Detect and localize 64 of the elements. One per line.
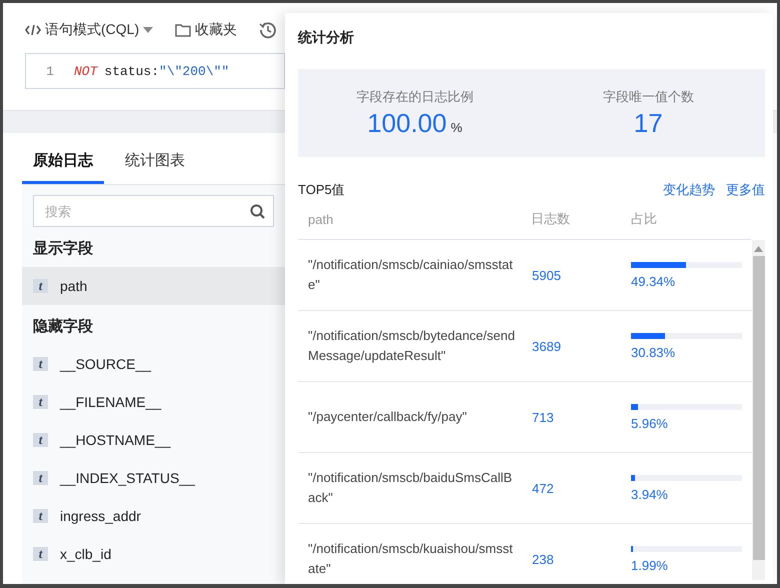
field-item[interactable]: t __SOURCE__	[22, 345, 285, 383]
field-name: __HOSTNAME__	[60, 432, 170, 448]
search-field[interactable]: 搜索	[33, 195, 274, 227]
metric-value: 17	[634, 108, 663, 138]
table-cell-text: "/notification/smscb/bytedance/sendMessage/updateResult"	[308, 327, 516, 365]
field-name: __FILENAME__	[60, 394, 162, 410]
column-header: path	[308, 212, 334, 226]
caret-icon	[143, 27, 154, 33]
type-badge: t	[33, 547, 48, 561]
field-name: __SOURCE__	[60, 356, 152, 372]
type-badge: t	[33, 471, 48, 485]
count-cell-text: 5905	[531, 268, 562, 282]
column-header: 占比	[631, 210, 658, 228]
type-badge: t	[33, 509, 48, 523]
percent-cell-text: 30.83%	[631, 344, 676, 360]
percent-cell-text: 3.94%	[631, 486, 669, 502]
metric-unit: %	[450, 120, 462, 134]
count-cell-text: 713	[531, 410, 555, 424]
panel-title: 统计分析	[298, 28, 355, 47]
code-icon	[25, 24, 41, 36]
table-cell-text: "/notification/smscb/baiduSmsCallBack"	[308, 469, 514, 507]
link[interactable]: 更多值	[726, 181, 765, 199]
scroll-up-icon[interactable]	[754, 246, 763, 252]
query-editor[interactable]: 1 NOT status:"\"200\""	[25, 53, 285, 89]
section-heading: 隐藏字段	[32, 317, 94, 337]
count-cell-text: 238	[531, 552, 555, 566]
section-heading: 显示字段	[32, 239, 94, 259]
link[interactable]: 变化趋势	[663, 181, 715, 199]
type-badge: t	[33, 433, 48, 447]
favorites-button[interactable]: 收藏夹	[175, 21, 238, 39]
table-cell-text: "/notification/smscb/kuaishou/smsstate"	[308, 540, 514, 578]
line-number: 1	[45, 64, 55, 78]
field-item[interactable]: t __INDEX_STATUS__	[22, 459, 285, 497]
section-title: TOP5值	[298, 181, 345, 199]
count-cell-text: 472	[531, 480, 555, 496]
field-name: path	[60, 278, 88, 294]
metric-value: 100.00	[367, 108, 447, 138]
field-item[interactable]: t ingress_addr	[22, 497, 285, 535]
type-badge: t	[33, 357, 48, 371]
field-name: ingress_addr	[60, 508, 141, 524]
count-cell-text: 3689	[531, 338, 562, 354]
table-cell-text: "/notification/smscb/cainiao/smsstate"	[308, 256, 514, 294]
percent-cell-text: 5.96%	[631, 416, 669, 430]
type-badge: t	[33, 279, 48, 293]
history-icon[interactable]	[259, 21, 278, 39]
scrollbar[interactable]	[752, 240, 765, 580]
tab[interactable]: 统计图表	[114, 141, 196, 184]
field-name: __INDEX_STATUS__	[60, 470, 195, 486]
folder-icon	[175, 23, 192, 37]
query-mode-dropdown[interactable]: 语句模式(CQL)	[25, 21, 154, 39]
type-badge: t	[33, 395, 48, 409]
field-item[interactable]: t __FILENAME__	[22, 383, 285, 421]
field-item[interactable]: t x_clb_id	[22, 535, 285, 573]
field-name: x_clb_id	[60, 546, 112, 562]
percent-cell-text: 49.34%	[631, 274, 676, 288]
metric-label: 字段存在的日志比例	[356, 88, 474, 106]
search-icon	[250, 204, 265, 219]
metric-label: 字段唯一值个数	[602, 88, 694, 106]
field-item[interactable]: t path	[22, 267, 285, 305]
table-cell-text: "/paycenter/callback/fy/pay"	[308, 408, 468, 426]
query-text: NOT status:"\"200\""	[74, 64, 230, 78]
column-header: 日志数	[531, 210, 571, 228]
field-item[interactable]: t __HOSTNAME__	[22, 421, 285, 459]
percent-cell-text: 1.99%	[631, 558, 669, 572]
